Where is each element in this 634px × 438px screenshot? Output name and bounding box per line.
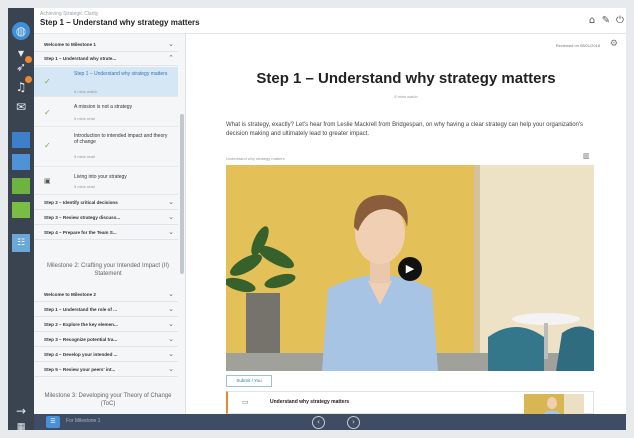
sidebar-row-step2-m2[interactable]: Step 2 – Explore the key elemen... ⌄	[34, 318, 178, 332]
submit-tab[interactable]: Submit / You	[226, 375, 272, 387]
chevron-down-icon: ⌄	[168, 335, 174, 343]
lesson-content: Reviewed on 08/01/2018 ⚙ Step 1 – Unders…	[186, 34, 626, 414]
breadcrumb[interactable]: Achieving Strategic Clarity	[40, 11, 98, 17]
chevron-down-icon: ⌄	[168, 305, 174, 313]
next-button[interactable]: ›	[347, 416, 360, 429]
intro-paragraph: What is strategy, exactly? Let's hear fr…	[226, 122, 584, 137]
page-subtitle: 8 mins watch	[394, 94, 418, 99]
check-icon: ✓	[44, 77, 51, 86]
sidebar-row-welcome-m2[interactable]: Welcome to Milestone 2 ⌄	[34, 288, 178, 302]
sidebar-row-step5-m2[interactable]: Step 5 – Review your peers' int... ⌄	[34, 363, 178, 377]
grid-icon[interactable]: ▦	[12, 418, 30, 436]
chevron-down-icon: ⌄	[168, 365, 174, 373]
rocket-icon[interactable]: ➶	[12, 56, 32, 76]
app-rail: ◍ ▾ ➶ ♫ ✉ ☷ → ▦	[8, 8, 34, 432]
activity-card[interactable]: ▭ Understand why strategy matters	[226, 391, 594, 414]
chevron-down-icon: ⌄	[168, 290, 174, 298]
chevron-down-icon: ⌄	[168, 320, 174, 328]
chevron-up-icon: ⌃	[168, 54, 174, 62]
chevron-down-icon: ⌄	[168, 228, 174, 236]
bell-icon[interactable]: ♫	[12, 76, 32, 96]
bottom-bar-label: For Milestone 1	[66, 418, 101, 424]
check-icon: ✓	[44, 108, 51, 117]
sidebar-row-step3-m2[interactable]: Step 3 – Recognize potential tra... ⌄	[34, 333, 178, 347]
sidebar-row-step4-m1[interactable]: Step 4 – Prepare for the Team S... ⌄	[34, 226, 178, 240]
video-thumbnail[interactable]	[524, 394, 584, 414]
sidebar-row-step3-m1[interactable]: Step 3 – Review strategy discuss... ⌄	[34, 211, 178, 225]
milestone-2-heading: Milestone 2: Crafting your Intended Impa…	[46, 263, 170, 277]
sidebar-row-welcome-m1[interactable]: Welcome to Milestone 1 ⌄	[34, 38, 178, 52]
sidebar-row-step1-m2[interactable]: Step 1 – Understand the role of ... ⌄	[34, 303, 178, 317]
home-icon[interactable]: ⌂	[586, 15, 598, 27]
video-stats-icon[interactable]: ▥	[583, 152, 590, 160]
sidebar-row-step2-m1[interactable]: Step 2 – Identify critical decisions ⌄	[34, 196, 178, 210]
play-button[interactable]: ▶	[398, 257, 422, 281]
power-icon[interactable]: ⏻	[614, 15, 626, 27]
page-title: Step 1 – Understand why strategy matters	[256, 70, 556, 87]
sidebar-step-1[interactable]: ✓ Step 1 – Understand why strategy matte…	[34, 67, 178, 97]
sidebar-step-2[interactable]: ✓ A mission is not a strategy 5 mins rea…	[34, 97, 178, 127]
chevron-down-icon: ⌄	[168, 198, 174, 206]
sidebar-step-3[interactable]: ✓ Introduction to intended impact and th…	[34, 127, 178, 167]
chevron-down-icon: ⌄	[168, 213, 174, 221]
mail-icon[interactable]: ✉	[12, 98, 30, 116]
milestone-3-heading: Milestone 3: Developing your Theory of C…	[44, 393, 172, 407]
globe-icon[interactable]: ◍	[12, 22, 30, 40]
window-title: Step 1 – Understand why strategy matters	[40, 18, 200, 27]
video-icon: ▭	[242, 398, 249, 406]
video-player[interactable]: ▶	[226, 165, 594, 371]
sidebar-row-step1-m1[interactable]: Step 1 – Understand why strate... ⌃	[34, 52, 178, 66]
video-label: Understand why strategy matters	[226, 156, 285, 161]
chevron-down-icon: ⌄	[168, 40, 174, 48]
gear-icon[interactable]: ⚙	[610, 39, 618, 49]
check-icon: ✓	[44, 141, 51, 150]
prev-button[interactable]: ‹	[312, 416, 325, 429]
notification-badge	[25, 76, 32, 83]
blue-tile-icon[interactable]	[12, 132, 30, 148]
bottom-nav-bar: ☰ For Milestone 1 ‹ ›	[34, 414, 626, 430]
sidebar-scrollbar[interactable]	[180, 114, 184, 274]
activity-card-title: Understand why strategy matters	[270, 399, 350, 405]
pin-icon[interactable]: ✎	[600, 15, 612, 27]
green-tile-icon[interactable]	[12, 178, 30, 194]
top-bar: Achieving Strategic Clarity Step 1 – Und…	[34, 8, 626, 34]
course-sidebar: Welcome to Milestone 1 ⌄ Step 1 – Unders…	[34, 34, 186, 414]
blue-tile-icon[interactable]	[12, 154, 30, 170]
notification-badge	[25, 56, 32, 63]
app-window: Achieving Strategic Clarity Step 1 – Und…	[34, 8, 626, 430]
reviewed-date: Reviewed on 08/01/2018	[555, 43, 600, 48]
menu-icon[interactable]: ☰	[46, 416, 60, 428]
chevron-down-icon: ⌄	[168, 350, 174, 358]
contact-card-icon[interactable]: ☷	[12, 234, 30, 252]
sidebar-row-step4-m2[interactable]: Step 4 – Develop your intended ... ⌄	[34, 348, 178, 362]
green-tile-icon[interactable]	[12, 202, 30, 218]
sidebar-step-4[interactable]: ▣ Living into your strategy 5 mins read	[34, 167, 178, 195]
book-icon: ▣	[44, 177, 51, 185]
